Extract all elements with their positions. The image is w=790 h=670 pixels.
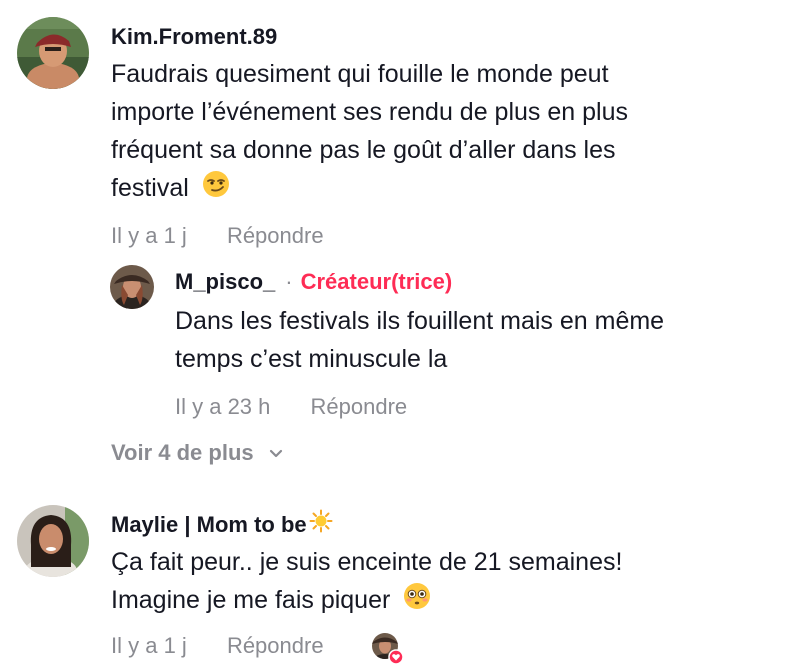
- reply-username[interactable]: M_pisco_: [175, 269, 275, 294]
- chevron-down-icon: [268, 441, 284, 467]
- avatar[interactable]: [17, 505, 89, 577]
- sun-emoji-icon: [309, 509, 333, 539]
- comment-timestamp: Il y a 1 j: [111, 223, 187, 248]
- comment-text-line: Faudrais quesiment qui fouille le monde …: [111, 60, 609, 88]
- reply-text: Dans les festivals ils fouillent mais en…: [175, 302, 664, 378]
- comment-timestamp: Il y a 1 j: [111, 633, 187, 658]
- reply-button[interactable]: Répondre: [311, 394, 408, 419]
- reply-button[interactable]: Répondre: [227, 633, 324, 658]
- comment-meta: Il y a 1 j Répondre: [111, 223, 324, 249]
- reply-meta: Il y a 23 h Répondre: [175, 394, 407, 420]
- comment-username[interactable]: Maylie | Mom to be: [111, 512, 307, 537]
- comment-meta: Il y a 1 j Répondre: [111, 633, 324, 659]
- comment-text: Ça fait peur.. je suis enceinte de 21 se…: [111, 543, 622, 621]
- comment-text-line: fréquent sa donne pas le goût d’aller da…: [111, 136, 616, 164]
- see-more-replies-button[interactable]: Voir 4 de plus: [111, 440, 284, 467]
- smirk-emoji-icon: [202, 170, 230, 209]
- comment-text-line: Imagine je me fais piquer: [111, 586, 391, 614]
- comment-text-line: importe l’événement ses rendu de plus en…: [111, 98, 628, 126]
- avatar[interactable]: [110, 265, 154, 309]
- reply-button[interactable]: Répondre: [227, 223, 324, 248]
- creator-badge: Créateur(trice): [300, 269, 453, 294]
- creator-liked-badge: [370, 631, 404, 665]
- reply-text-line: Dans les festivals ils fouillent mais en…: [175, 307, 665, 335]
- reply-username-row: M_pisco_ · Créateur(trice): [175, 269, 452, 295]
- comment-text-line: festival: [111, 174, 189, 202]
- comment-username-row: Maylie | Mom to be: [111, 509, 333, 539]
- reply-timestamp: Il y a 23 h: [175, 394, 271, 419]
- separator-dot: ·: [285, 269, 293, 294]
- comment-text: Faudrais quesiment qui fouille le monde …: [111, 55, 628, 209]
- flushed-emoji-icon: [403, 582, 431, 621]
- comment-username[interactable]: Kim.Froment.89: [111, 24, 277, 50]
- comment-text-line: Ça fait peur.. je suis enceinte de 21 se…: [111, 548, 623, 576]
- reply-text-line: temps c’est minuscule la: [175, 345, 448, 373]
- see-more-label: Voir 4 de plus: [111, 440, 254, 465]
- avatar[interactable]: [17, 17, 89, 89]
